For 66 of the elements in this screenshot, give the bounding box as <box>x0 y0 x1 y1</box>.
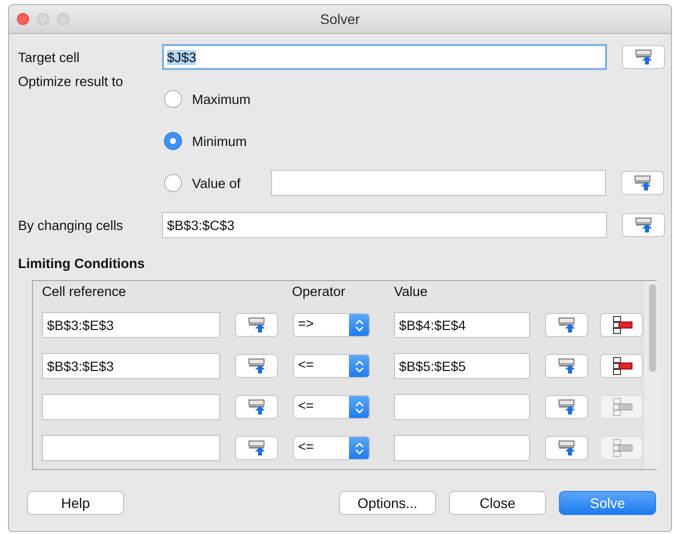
collapse-icon <box>634 49 652 65</box>
column-header: Operator <box>292 284 346 299</box>
shrink-button[interactable] <box>235 395 278 419</box>
operator-select[interactable]: => <box>293 313 370 337</box>
collapse-icon <box>558 399 576 415</box>
column-header: Value <box>394 284 429 299</box>
remove-icon <box>610 439 632 457</box>
collapse-icon <box>634 175 652 191</box>
dialog-button[interactable]: Options... <box>339 491 436 515</box>
input-field[interactable] <box>42 394 220 420</box>
remove-icon <box>610 316 632 334</box>
operator-select[interactable]: <= <box>293 354 370 378</box>
field-label: By changing cells <box>18 218 124 232</box>
column-header: Cell reference <box>42 284 128 299</box>
shrink-button[interactable] <box>621 171 664 195</box>
collapse-icon <box>248 399 266 415</box>
collapse-icon <box>558 440 576 456</box>
input-field[interactable]: $B$3:$E$3 <box>42 353 220 379</box>
collapse-icon <box>558 317 576 333</box>
input-field[interactable]: $B$4:$E$4 <box>394 312 530 338</box>
collapse-icon <box>248 440 266 456</box>
input-field[interactable] <box>394 394 530 420</box>
field-label: Optimize result to <box>18 74 124 91</box>
shrink-button[interactable] <box>545 313 588 337</box>
dialog-button[interactable]: Close <box>449 491 546 515</box>
input-field[interactable]: $B$3:$E$3 <box>42 312 220 338</box>
operator-select[interactable]: <= <box>293 436 370 460</box>
shrink-button[interactable] <box>545 436 588 460</box>
input-field[interactable] <box>394 435 530 461</box>
input-field[interactable] <box>271 170 606 196</box>
remove-button[interactable] <box>600 313 643 337</box>
radio-label: Value of <box>192 176 242 190</box>
dialog-button[interactable]: Help <box>27 491 124 515</box>
input-field[interactable]: $B$5:$E$5 <box>394 353 530 379</box>
shrink-button[interactable] <box>545 395 588 419</box>
shrink-button[interactable] <box>235 354 278 378</box>
radio-label: Minimum <box>192 134 248 148</box>
input-field[interactable]: $B$3:$C$3 <box>162 212 607 238</box>
collapse-icon <box>248 317 266 333</box>
chevron-icon <box>354 442 364 454</box>
collapse-icon <box>558 358 576 374</box>
remove-button[interactable] <box>600 354 643 378</box>
radio-button[interactable] <box>164 132 182 150</box>
radio-button[interactable] <box>164 174 182 192</box>
remove-icon <box>610 398 632 416</box>
collapse-icon <box>248 358 266 374</box>
remove-icon <box>610 357 632 375</box>
section-heading: Limiting Conditions <box>18 256 146 272</box>
shrink-button[interactable] <box>235 313 278 337</box>
operator-select[interactable]: <= <box>293 395 370 419</box>
shrink-button[interactable] <box>235 436 278 460</box>
field-label: Target cell <box>18 50 81 64</box>
chevron-icon <box>354 400 364 414</box>
window-title: Solver <box>320 11 360 27</box>
input-field[interactable]: $J$3 <box>162 44 607 70</box>
input-field[interactable] <box>42 435 220 461</box>
chevron-icon <box>354 318 364 332</box>
chevron-icon <box>354 360 364 372</box>
close-icon[interactable] <box>17 13 29 25</box>
collapse-icon <box>634 217 652 233</box>
radio-label: Maximum <box>192 92 252 106</box>
shrink-button[interactable] <box>622 213 665 237</box>
scrollbar-thumb[interactable] <box>648 284 656 372</box>
shrink-button[interactable] <box>622 45 665 69</box>
shrink-button[interactable] <box>545 354 588 378</box>
radio-button[interactable] <box>164 90 182 108</box>
